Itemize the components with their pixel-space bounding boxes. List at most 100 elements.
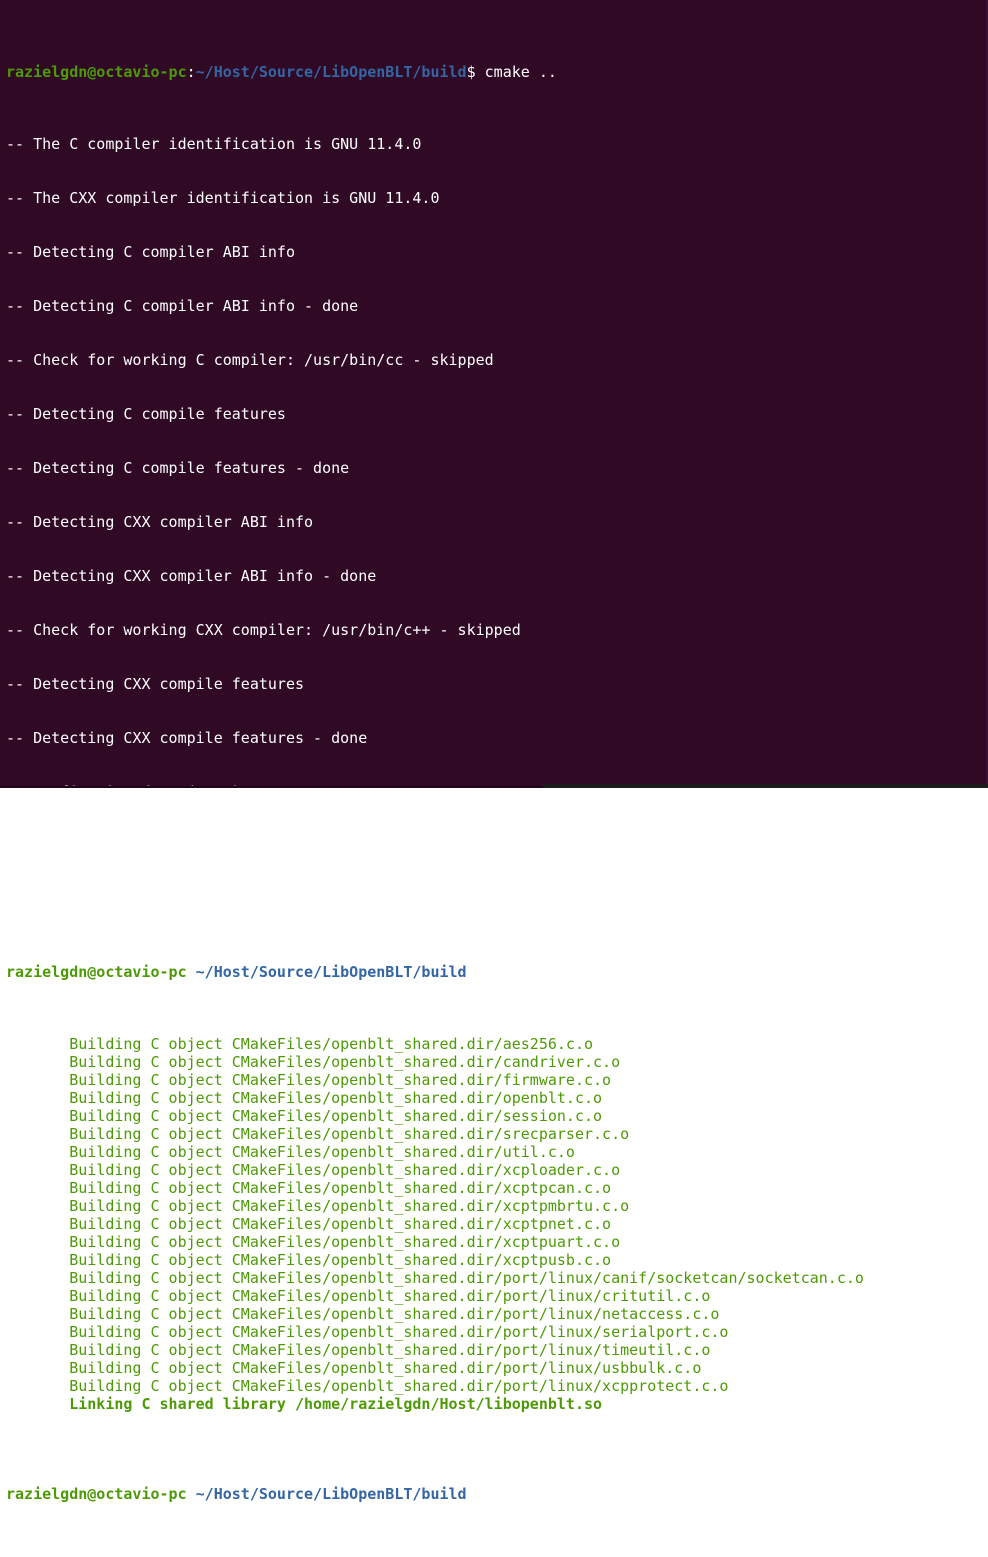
cmake-output-line: -- The CXX compiler identification is GN…: [6, 189, 982, 207]
build-percentage: [ 57%]: [6, 1233, 69, 1251]
build-message: Linking C shared library /home/razielgdn…: [69, 1395, 602, 1413]
make-output-line: [ 42%] Building C object CMakeFiles/open…: [6, 1179, 982, 1197]
cmake-output-line: -- Check for working C compiler: /usr/bi…: [6, 351, 982, 369]
build-percentage: [ 90%]: [6, 1359, 69, 1377]
prompt-line-final: razielgdn@octavio-pc:~/Host/Source/LibOp…: [6, 1485, 982, 1503]
prompt-path: ~/Host/Source/LibOpenBLT/build: [196, 963, 467, 981]
make-output-line: [ 95%] Building C object CMakeFiles/open…: [6, 1377, 982, 1395]
cmake-output-line: -- Detecting C compile features - done: [6, 459, 982, 477]
build-message: Building C object CMakeFiles/openblt_sha…: [69, 1359, 701, 1377]
build-message: Building C object CMakeFiles/openblt_sha…: [69, 1233, 620, 1251]
prompt-symbol: $: [467, 63, 476, 81]
prompt-symbol: $: [467, 963, 476, 981]
build-message: Building C object CMakeFiles/openblt_sha…: [69, 1125, 629, 1143]
build-message: Building C object CMakeFiles/openblt_sha…: [69, 1323, 728, 1341]
build-percentage: [ 85%]: [6, 1341, 69, 1359]
make-output-line: [ 4%] Building C object CMakeFiles/openb…: [6, 1035, 982, 1053]
cmake-output-line: -- Detecting CXX compiler ABI info: [6, 513, 982, 531]
build-percentage: [ 38%]: [6, 1161, 69, 1179]
cmake-output-line: -- Detecting CXX compiler ABI info - don…: [6, 567, 982, 585]
prompt-user-host: razielgdn@octavio-pc: [6, 1485, 187, 1503]
make-output-line: [ 47%] Building C object CMakeFiles/open…: [6, 1197, 982, 1215]
make-output-line: [ 90%] Building C object CMakeFiles/open…: [6, 1359, 982, 1377]
make-output-line: [ 14%] Building C object CMakeFiles/open…: [6, 1071, 982, 1089]
build-percentage: [ 4%]: [6, 1035, 69, 1053]
make-output-line: [ 23%] Building C object CMakeFiles/open…: [6, 1107, 982, 1125]
build-message: Building C object CMakeFiles/openblt_sha…: [69, 1035, 593, 1053]
build-percentage: [ 80%]: [6, 1323, 69, 1341]
make-output-line: [ 19%] Building C object CMakeFiles/open…: [6, 1089, 982, 1107]
make-output-line: [ 33%] Building C object CMakeFiles/open…: [6, 1143, 982, 1161]
terminal-output[interactable]: razielgdn@octavio-pc:~/Host/Source/LibOp…: [6, 9, 982, 788]
build-percentage: [ 47%]: [6, 1197, 69, 1215]
build-percentage: [ 28%]: [6, 1125, 69, 1143]
prompt-path: ~/Host/Source/LibOpenBLT/build: [196, 1485, 467, 1503]
build-percentage: [ 19%]: [6, 1089, 69, 1107]
build-message: Building C object CMakeFiles/openblt_sha…: [69, 1179, 611, 1197]
prompt-path: ~/Host/Source/LibOpenBLT/build: [196, 63, 467, 81]
make-output-line: [100%] Built target openblt_shared: [6, 1413, 982, 1431]
cmake-output-line: -- Detecting CXX compile features: [6, 675, 982, 693]
cmake-output-line: -- Detecting C compile features: [6, 405, 982, 423]
cmake-output-line: -- Detecting CXX compile features - done: [6, 729, 982, 747]
build-percentage: [ 76%]: [6, 1305, 69, 1323]
build-message: Building C object CMakeFiles/openblt_sha…: [69, 1197, 629, 1215]
build-message: Building C object CMakeFiles/openblt_sha…: [69, 1341, 710, 1359]
cmake-output-line: -- Generating done (0.0s): [6, 837, 982, 855]
make-output-line: [ 52%] Building C object CMakeFiles/open…: [6, 1215, 982, 1233]
make-output-line: [ 57%] Building C object CMakeFiles/open…: [6, 1233, 982, 1251]
build-percentage: [ 66%]: [6, 1269, 69, 1287]
make-output-line: [ 66%] Building C object CMakeFiles/open…: [6, 1269, 982, 1287]
build-message: Building C object CMakeFiles/openblt_sha…: [69, 1161, 620, 1179]
terminal-window[interactable]: razielgdn@octavio-pc:~/Host/Source/LibOp…: [0, 0, 988, 788]
build-percentage: [ 61%]: [6, 1251, 69, 1269]
build-percentage: [ 23%]: [6, 1107, 69, 1125]
make-output-line: [ 9%] Building C object CMakeFiles/openb…: [6, 1053, 982, 1071]
build-message: Building C object CMakeFiles/openblt_sha…: [69, 1269, 864, 1287]
make-output-line: [ 80%] Building C object CMakeFiles/open…: [6, 1323, 982, 1341]
build-message: Building C object CMakeFiles/openblt_sha…: [69, 1089, 602, 1107]
build-message: Building C object CMakeFiles/openblt_sha…: [69, 1305, 719, 1323]
cmake-output-line: -- The C compiler identification is GNU …: [6, 135, 982, 153]
cmake-output-line: -- Detecting C compiler ABI info: [6, 243, 982, 261]
make-output-line: [ 76%] Building C object CMakeFiles/open…: [6, 1305, 982, 1323]
build-percentage: [100%]: [6, 1413, 69, 1431]
prompt-line-cmake: razielgdn@octavio-pc:~/Host/Source/LibOp…: [6, 63, 982, 81]
build-percentage: [ 33%]: [6, 1143, 69, 1161]
prompt-separator: :: [187, 963, 196, 981]
command-text: cmake ..: [476, 63, 557, 81]
cmake-output-line: -- Detecting C compiler ABI info - done: [6, 297, 982, 315]
prompt-symbol: $: [467, 1485, 476, 1503]
build-message: Building C object CMakeFiles/openblt_sha…: [69, 1143, 575, 1161]
prompt-user-host: razielgdn@octavio-pc: [6, 963, 187, 981]
build-percentage: [ 95%]: [6, 1377, 69, 1395]
build-percentage: [100%]: [6, 1395, 69, 1413]
make-output-line: [ 71%] Building C object CMakeFiles/open…: [6, 1287, 982, 1305]
make-output-line: [ 85%] Building C object CMakeFiles/open…: [6, 1341, 982, 1359]
build-message: Building C object CMakeFiles/openblt_sha…: [69, 1071, 611, 1089]
command-text: make: [476, 963, 521, 981]
make-output-line: [ 61%] Building C object CMakeFiles/open…: [6, 1251, 982, 1269]
prompt-user-host: razielgdn@octavio-pc: [6, 63, 187, 81]
prompt-line-make: razielgdn@octavio-pc:~/Host/Source/LibOp…: [6, 963, 982, 981]
build-percentage: [ 9%]: [6, 1053, 69, 1071]
build-message: Building C object CMakeFiles/openblt_sha…: [69, 1287, 710, 1305]
prompt-separator: :: [187, 1485, 196, 1503]
build-message: Building C object CMakeFiles/openblt_sha…: [69, 1053, 620, 1071]
make-output-line: [ 28%] Building C object CMakeFiles/open…: [6, 1125, 982, 1143]
background-window-peek: [543, 784, 988, 788]
build-message: Building C object CMakeFiles/openblt_sha…: [69, 1251, 611, 1269]
cmake-output-line: -- Build files have been written to: /ho…: [6, 891, 982, 909]
cmake-output-line: -- Check for working CXX compiler: /usr/…: [6, 621, 982, 639]
build-percentage: [ 14%]: [6, 1071, 69, 1089]
build-percentage: [ 42%]: [6, 1179, 69, 1197]
build-percentage: [ 52%]: [6, 1215, 69, 1233]
build-message: Building C object CMakeFiles/openblt_sha…: [69, 1215, 611, 1233]
build-message: Built target openblt_shared: [69, 1413, 313, 1431]
prompt-separator: :: [187, 63, 196, 81]
build-percentage: [ 71%]: [6, 1287, 69, 1305]
build-message: Building C object CMakeFiles/openblt_sha…: [69, 1377, 728, 1395]
make-output-line: [ 38%] Building C object CMakeFiles/open…: [6, 1161, 982, 1179]
make-output: [ 4%] Building C object CMakeFiles/openb…: [6, 1035, 982, 1431]
build-message: Building C object CMakeFiles/openblt_sha…: [69, 1107, 602, 1125]
